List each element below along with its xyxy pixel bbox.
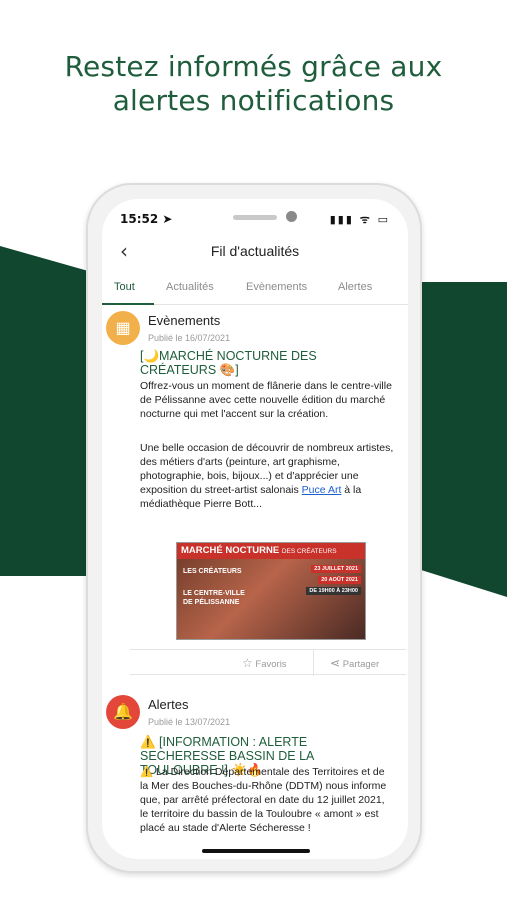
front-camera xyxy=(286,211,297,222)
favorite-label: Favoris xyxy=(255,659,287,670)
headline-line1: Restez informés grâce aux xyxy=(64,50,443,83)
home-indicator[interactable] xyxy=(202,849,310,853)
tab-actualites[interactable]: Actualités xyxy=(166,281,214,293)
page-title: Fil d'actualités xyxy=(210,243,300,259)
headline: Restez informés grâce aux alertes notifi… xyxy=(0,50,507,118)
post-actions: ☆ Favoris ⋖ Partager xyxy=(130,649,406,676)
feed-post-alert[interactable]: 🔔 Alertes Publié le 13/07/2021 ⚠️ [INFOR… xyxy=(102,695,408,859)
speaker-grille xyxy=(233,215,277,220)
star-icon: ☆ xyxy=(242,656,253,670)
poster-date2: 20 AOÛT 2021 xyxy=(318,576,361,584)
tab-tout[interactable]: Tout xyxy=(114,281,135,293)
headline-line2: alertes notifications xyxy=(112,84,395,117)
post-text-2: Une belle occasion de découvrir de nombr… xyxy=(140,441,395,511)
news-feed[interactable]: ▦ Evènements Publié le 16/07/2021 [🌙MARC… xyxy=(102,305,408,859)
poster-line2: LE CENTRE-VILLE DE PÉLISSANNE xyxy=(183,590,245,606)
poster-subtitle: DES CRÉATEURS xyxy=(281,548,337,555)
post-date: Publié le 13/07/2021 xyxy=(148,717,231,727)
tab-alertes[interactable]: Alertes xyxy=(338,281,372,293)
poster-line1: LES CRÉATEURS xyxy=(183,568,242,575)
favorite-button[interactable]: ☆ Favoris xyxy=(242,656,287,670)
status-icons: ▮▮▮ ᯤ ▭ xyxy=(329,213,390,226)
nav-bar: ‹ Fil d'actualités xyxy=(102,237,408,267)
puce-art-link[interactable]: Puce Art xyxy=(302,484,342,496)
poster-title: MARCHÉ NOCTURNE xyxy=(181,545,280,556)
calendar-icon: ▦ xyxy=(106,311,140,345)
bell-icon: 🔔 xyxy=(106,695,140,729)
post-category: Alertes xyxy=(148,697,189,712)
phone-frame: 15:52 ➤ ▮▮▮ ᯤ ▭ ‹ Fil d'actualités Tout … xyxy=(86,183,422,873)
feed-post-event[interactable]: ▦ Evènements Publié le 16/07/2021 [🌙MARC… xyxy=(102,305,408,676)
share-button[interactable]: ⋖ Partager xyxy=(330,656,379,670)
post-text-1: Offrez-vous un moment de flânerie dans l… xyxy=(140,380,392,420)
phone-screen: 15:52 ➤ ▮▮▮ ᯤ ▭ ‹ Fil d'actualités Tout … xyxy=(102,199,408,859)
tab-bar: Tout Actualités Evènements Alertes xyxy=(102,271,408,305)
action-divider xyxy=(313,650,314,676)
post-category: Evènements xyxy=(148,313,221,328)
share-icon: ⋖ xyxy=(330,656,341,670)
status-bar: 15:52 ➤ ▮▮▮ ᯤ ▭ xyxy=(102,205,408,231)
share-label: Partager xyxy=(342,659,380,670)
post-date: Publié le 16/07/2021 xyxy=(148,333,231,343)
poster-time: DE 19H00 À 23H00 xyxy=(306,587,361,595)
tab-evenements[interactable]: Evènements xyxy=(246,281,307,293)
status-time: 15:52 ➤ xyxy=(120,212,173,226)
post-title[interactable]: [🌙MARCHÉ NOCTURNE DES CRÉATEURS 🎨] xyxy=(140,349,390,377)
poster-header: MARCHÉ NOCTURNE DES CRÉATEURS xyxy=(177,543,365,559)
poster-date1: 23 JUILLET 2021 xyxy=(311,565,361,573)
event-poster-image[interactable]: MARCHÉ NOCTURNE DES CRÉATEURS LES CRÉATE… xyxy=(176,542,366,640)
post-text: ⚠️ La Direction Départementale des Terri… xyxy=(140,766,387,834)
promo-screen: Restez informés grâce aux alertes notifi… xyxy=(0,0,507,900)
